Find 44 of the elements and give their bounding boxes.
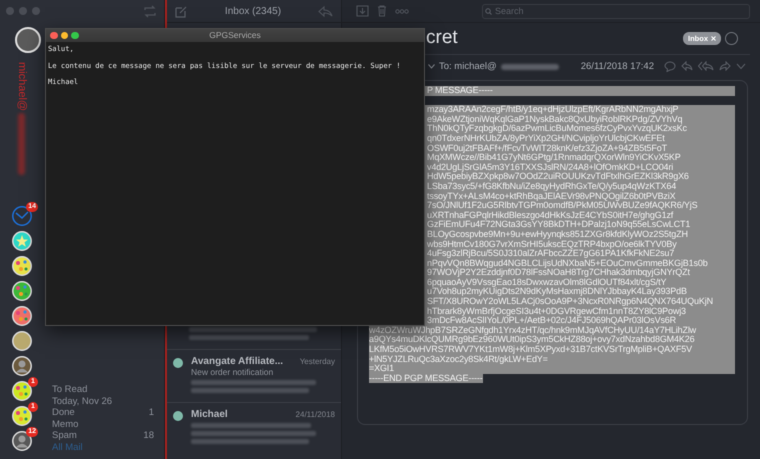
- window-title: GPGServices: [209, 30, 261, 40]
- recipient: To: michael@: [439, 61, 497, 72]
- blurred-text: [500, 64, 559, 70]
- chevron-down-icon[interactable]: [736, 61, 746, 71]
- inbox-title: Inbox (2345): [224, 6, 282, 16]
- folder-item[interactable]: To Read: [52, 384, 154, 396]
- minimize-button[interactable]: [60, 32, 68, 40]
- message-subject: cret: [426, 27, 459, 49]
- reply-all-icon[interactable]: [698, 61, 714, 71]
- sender-name: Michael: [191, 409, 229, 420]
- window-close-button[interactable]: [6, 7, 14, 15]
- compose-icon[interactable]: [175, 4, 188, 18]
- more-icon[interactable]: [395, 8, 409, 14]
- message-date: 26/11/2018 17:42: [580, 61, 654, 72]
- window-zoom-button[interactable]: [32, 7, 40, 15]
- sender-name: Avangate Affiliate...: [191, 356, 284, 367]
- trash-icon[interactable]: [377, 5, 387, 17]
- chevron-down-icon[interactable]: [428, 64, 435, 69]
- comment-icon[interactable]: [664, 61, 676, 72]
- sender-icon: [173, 411, 183, 421]
- forward-icon[interactable]: [719, 61, 731, 71]
- message-date: 24/11/2018: [296, 410, 335, 419]
- folder-item[interactable]: Spam 18: [52, 430, 154, 442]
- search-icon: [485, 8, 492, 14]
- blurred-text: [18, 113, 25, 176]
- avatar-photo-placeholder[interactable]: [15, 27, 41, 53]
- account-email: michael@: [16, 62, 28, 112]
- message-date: Yesterday: [300, 357, 335, 366]
- folder-item[interactable]: Memo: [52, 418, 154, 430]
- close-button[interactable]: [50, 32, 58, 40]
- message-item[interactable]: Avangate Affiliate... Yesterday New order notification: [167, 349, 341, 402]
- message-subject: New order notification: [191, 367, 274, 377]
- zoom-button[interactable]: [71, 32, 78, 40]
- archive-icon[interactable]: [356, 5, 369, 17]
- folder-item[interactable]: Today, Nov 26: [52, 396, 154, 407]
- reply-icon[interactable]: [318, 6, 333, 16]
- message-item[interactable]: Michael 24/11/2018: [167, 402, 341, 453]
- folder-item[interactable]: Done 1: [52, 407, 154, 418]
- window-minimize-button[interactable]: [19, 7, 27, 15]
- close-icon[interactable]: [711, 36, 716, 40]
- sender-icon: [173, 358, 183, 368]
- reply-icon[interactable]: [681, 61, 693, 71]
- unread-toggle[interactable]: [725, 32, 738, 44]
- sync-icon[interactable]: [142, 4, 158, 18]
